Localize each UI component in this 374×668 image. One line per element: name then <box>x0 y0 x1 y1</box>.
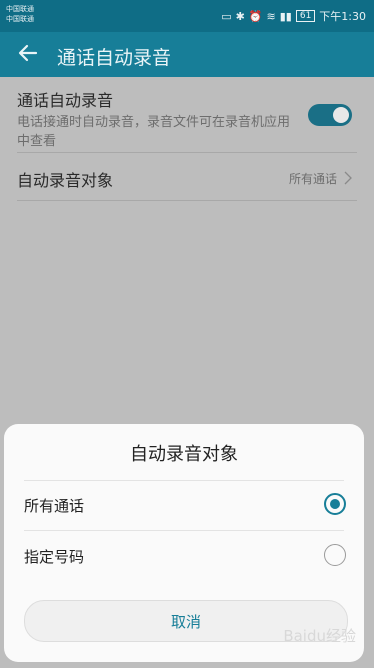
record-target-value: 所有通话 <box>288 172 337 186</box>
battery-level: 61 <box>295 10 316 22</box>
auto-record-setting[interactable]: 通话自动录音 电话接通时自动录音，录音文件可在录音机应用中查看 <box>17 87 357 151</box>
wifi-icon: ≋ <box>266 9 276 23</box>
carrier-2-label: 中国联通 <box>6 15 34 23</box>
cast-icon: ▭ <box>221 9 232 23</box>
carrier-1-label: 中国联通 <box>6 5 34 13</box>
dialog-divider <box>24 530 344 531</box>
auto-record-title: 通话自动录音 <box>17 91 114 110</box>
toggle-knob <box>333 107 349 123</box>
signal-icon: ▮▮ <box>279 9 292 23</box>
option-specified-numbers[interactable]: 指定号码 <box>4 532 364 580</box>
status-icons: ▭ ✱ ⏰ ≋ ▮▮ 61 下午1:30 <box>221 8 366 24</box>
back-arrow-icon[interactable] <box>16 41 40 65</box>
chevron-right-icon <box>344 171 352 185</box>
record-target-setting[interactable]: 自动录音对象 所有通话 <box>17 167 357 190</box>
option-all-calls[interactable]: 所有通话 <box>4 481 364 529</box>
clock: 下午1:30 <box>319 10 366 23</box>
status-bar: 中国联通 中国联通 ▭ ✱ ⏰ ≋ ▮▮ 61 下午1:30 <box>0 0 374 32</box>
option-specified-numbers-label: 指定号码 <box>24 548 85 566</box>
option-all-calls-label: 所有通话 <box>24 497 85 515</box>
app-bar: 通话自动录音 <box>0 32 374 77</box>
auto-record-description: 电话接通时自动录音，录音文件可在录音机应用中查看 <box>17 115 291 149</box>
radio-unselected-icon[interactable] <box>324 544 346 566</box>
alarm-icon: ⏰ <box>248 9 263 23</box>
divider <box>17 200 357 201</box>
bluetooth-icon: ✱ <box>235 9 245 23</box>
carrier-info: 中国联通 中国联通 <box>6 4 34 24</box>
divider <box>17 152 357 153</box>
page-title: 通话自动录音 <box>57 47 172 69</box>
radio-selected-icon[interactable] <box>324 493 346 515</box>
watermark: Baidu经验 <box>283 627 356 645</box>
auto-record-toggle[interactable] <box>308 104 352 126</box>
dialog-title: 自动录音对象 <box>130 444 238 465</box>
